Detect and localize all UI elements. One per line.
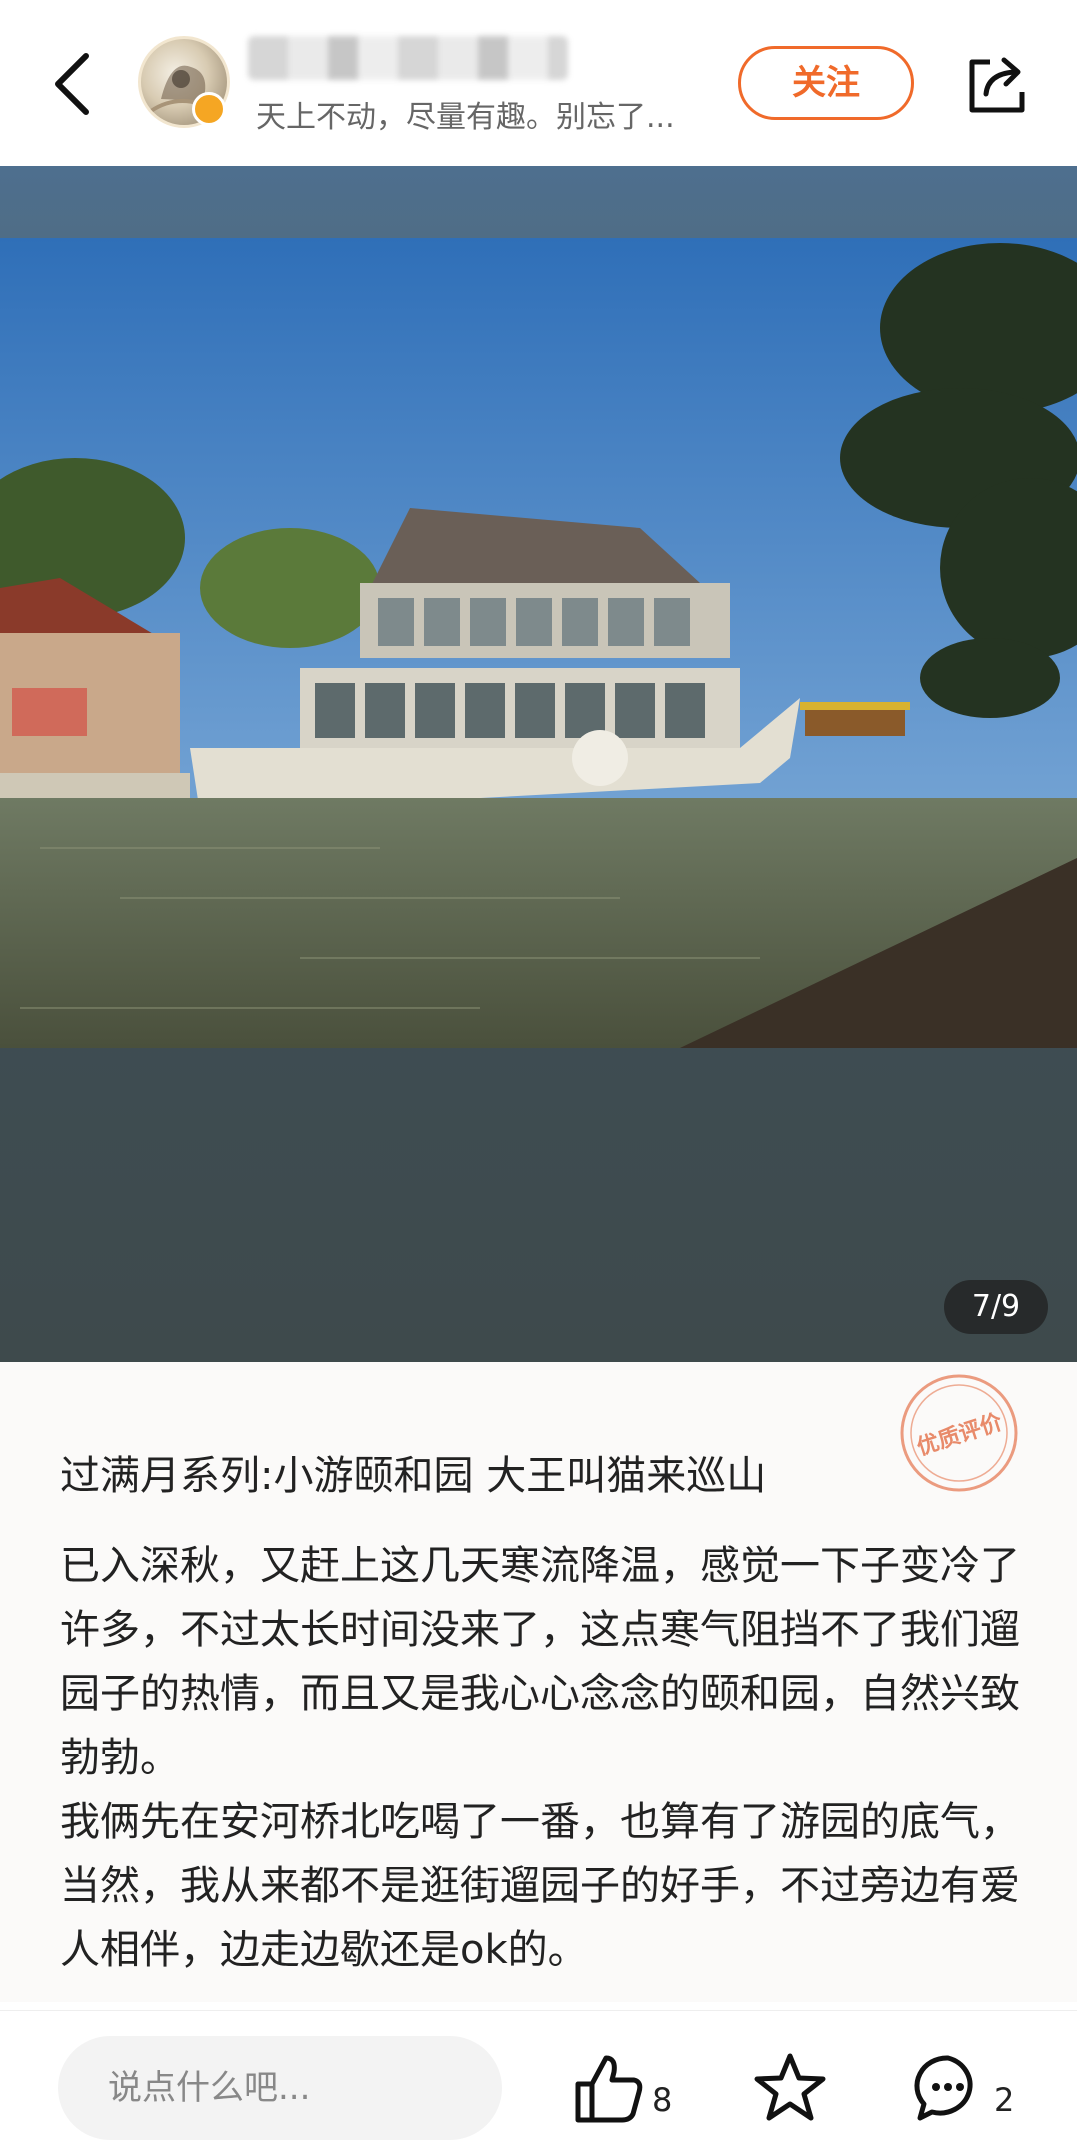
photo-viewer[interactable]: 7/9 xyxy=(0,166,1077,1362)
favorite-button[interactable] xyxy=(752,2050,828,2126)
verified-badge-icon xyxy=(192,92,226,126)
post-paragraph: 已入深秋，又赶上这几天寒流降温，感觉一下子变冷了许多，不过太长时间没来了，这点寒… xyxy=(60,1543,1020,1781)
username-blurred[interactable] xyxy=(248,36,568,80)
top-nav-bar: 天上不动，尽量有趣。别忘了... 关注 xyxy=(0,0,1077,166)
post-paragraph: 我俩先在安河桥北吃喝了一番，也算有了游园的底气，当然，我从来都不是逛街遛园子的好… xyxy=(60,1799,1020,1973)
follow-button[interactable]: 关注 xyxy=(738,46,914,120)
like-count: 8 xyxy=(652,2081,673,2119)
like-button[interactable]: 8 xyxy=(572,2050,682,2126)
post-body: 已入深秋，又赶上这几天寒流降温，感觉一下子变冷了许多，不过太长时间没来了，这点寒… xyxy=(60,1534,1020,1982)
user-signature: 天上不动，尽量有趣。别忘了... xyxy=(256,100,675,135)
comment-button[interactable]: 2 xyxy=(912,2050,1022,2126)
star-icon xyxy=(754,2053,826,2121)
share-button[interactable] xyxy=(962,48,1032,118)
comment-bubble-icon xyxy=(914,2055,973,2121)
thumbs-up-icon xyxy=(575,2055,643,2123)
comment-count: 2 xyxy=(994,2081,1015,2119)
post-photo xyxy=(0,238,1077,1048)
back-button[interactable] xyxy=(40,44,110,124)
comment-input[interactable] xyxy=(58,2036,502,2140)
post-title: 过满月系列:小游颐和园 大王叫猫来巡山 xyxy=(60,1453,767,1499)
page-indicator: 7/9 xyxy=(944,1280,1048,1334)
share-icon xyxy=(969,57,1025,113)
back-arrow-icon xyxy=(55,53,89,115)
